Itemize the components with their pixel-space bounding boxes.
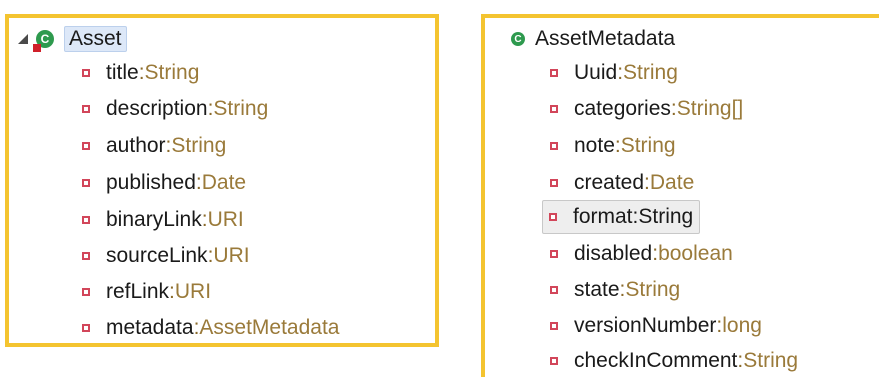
field-name: binaryLink xyxy=(106,208,202,231)
field-type: String xyxy=(171,134,227,157)
field-icon xyxy=(82,142,90,150)
field-icon xyxy=(550,286,558,294)
field-row-author[interactable]: author : String xyxy=(82,130,226,162)
field-name: description xyxy=(106,97,208,120)
field-name: note xyxy=(574,134,615,157)
field-row-metadata[interactable]: metadata : AssetMetadata xyxy=(82,312,340,344)
field-name: sourceLink xyxy=(106,244,208,267)
field-type: String xyxy=(620,134,676,157)
field-row-uuid[interactable]: Uuid : String xyxy=(550,57,678,89)
field-type: URI xyxy=(213,244,250,267)
field-icon xyxy=(82,105,90,113)
field-name: disabled xyxy=(574,242,653,265)
expand-arrow-icon[interactable] xyxy=(18,34,28,44)
field-icon xyxy=(550,357,558,365)
field-type: String xyxy=(625,278,681,301)
field-icon xyxy=(550,69,558,77)
field-row-check-in-comment[interactable]: checkInComment : String xyxy=(550,345,798,377)
field-type: String xyxy=(144,61,200,84)
field-type: String xyxy=(743,349,799,372)
field-name: checkInComment xyxy=(574,349,738,372)
asset-metadata-class-node[interactable]: C AssetMetadata xyxy=(511,23,675,55)
field-name: author xyxy=(106,134,166,157)
field-type: String xyxy=(638,205,694,228)
field-name: format xyxy=(573,205,633,228)
asset-class-node[interactable]: C Asset xyxy=(18,23,127,55)
field-row-note[interactable]: note : String xyxy=(550,130,676,162)
field-row-title[interactable]: title : String xyxy=(82,57,199,89)
field-row-source-link[interactable]: sourceLink : URI xyxy=(82,240,250,272)
field-icon xyxy=(550,142,558,150)
field-row-ref-link[interactable]: refLink : URI xyxy=(82,276,211,308)
field-icon xyxy=(550,250,558,258)
field-icon xyxy=(82,69,90,77)
field-name: versionNumber xyxy=(574,314,717,337)
field-icon xyxy=(82,179,90,187)
class-error-icon: C xyxy=(33,30,54,52)
field-type: String xyxy=(623,61,678,84)
field-row-categories[interactable]: categories : String[] xyxy=(550,93,743,125)
field-type: Date xyxy=(649,171,695,194)
field-row-version-number[interactable]: versionNumber : long xyxy=(550,310,762,342)
field-type: String[] xyxy=(676,97,744,120)
field-name: categories xyxy=(574,97,671,120)
field-icon xyxy=(550,322,558,330)
field-type: URI xyxy=(207,208,244,231)
asset-metadata-class-name: AssetMetadata xyxy=(535,27,676,50)
field-type: Date xyxy=(201,171,247,194)
field-type: AssetMetadata xyxy=(199,316,340,339)
field-name: metadata xyxy=(106,316,194,339)
field-icon xyxy=(550,179,558,187)
asset-class-name: Asset xyxy=(64,26,127,52)
field-type: boolean xyxy=(658,242,733,265)
field-row-disabled[interactable]: disabled : boolean xyxy=(550,238,733,270)
field-icon xyxy=(549,213,557,221)
error-badge-icon xyxy=(33,44,41,52)
field-icon xyxy=(550,105,558,113)
field-name: state xyxy=(574,278,620,301)
field-icon xyxy=(82,288,90,296)
field-row-binary-link[interactable]: binaryLink : URI xyxy=(82,204,244,236)
field-row-format[interactable]: format : String xyxy=(542,200,701,234)
field-type: URI xyxy=(174,280,212,303)
class-icon: C xyxy=(511,32,525,46)
field-type: long xyxy=(722,314,762,337)
field-name: Uuid xyxy=(574,61,618,84)
field-name: published xyxy=(106,171,196,194)
field-row-published[interactable]: published : Date xyxy=(82,167,246,199)
field-name: refLink xyxy=(106,280,170,303)
field-icon xyxy=(82,216,90,224)
field-icon xyxy=(82,324,90,332)
field-name: created xyxy=(574,171,645,194)
field-row-description[interactable]: description : String xyxy=(82,93,268,125)
field-row-state[interactable]: state : String xyxy=(550,274,680,306)
field-row-created[interactable]: created : Date xyxy=(550,167,694,199)
field-type: String xyxy=(213,97,269,120)
field-icon xyxy=(82,252,90,260)
field-name: title xyxy=(106,61,139,84)
